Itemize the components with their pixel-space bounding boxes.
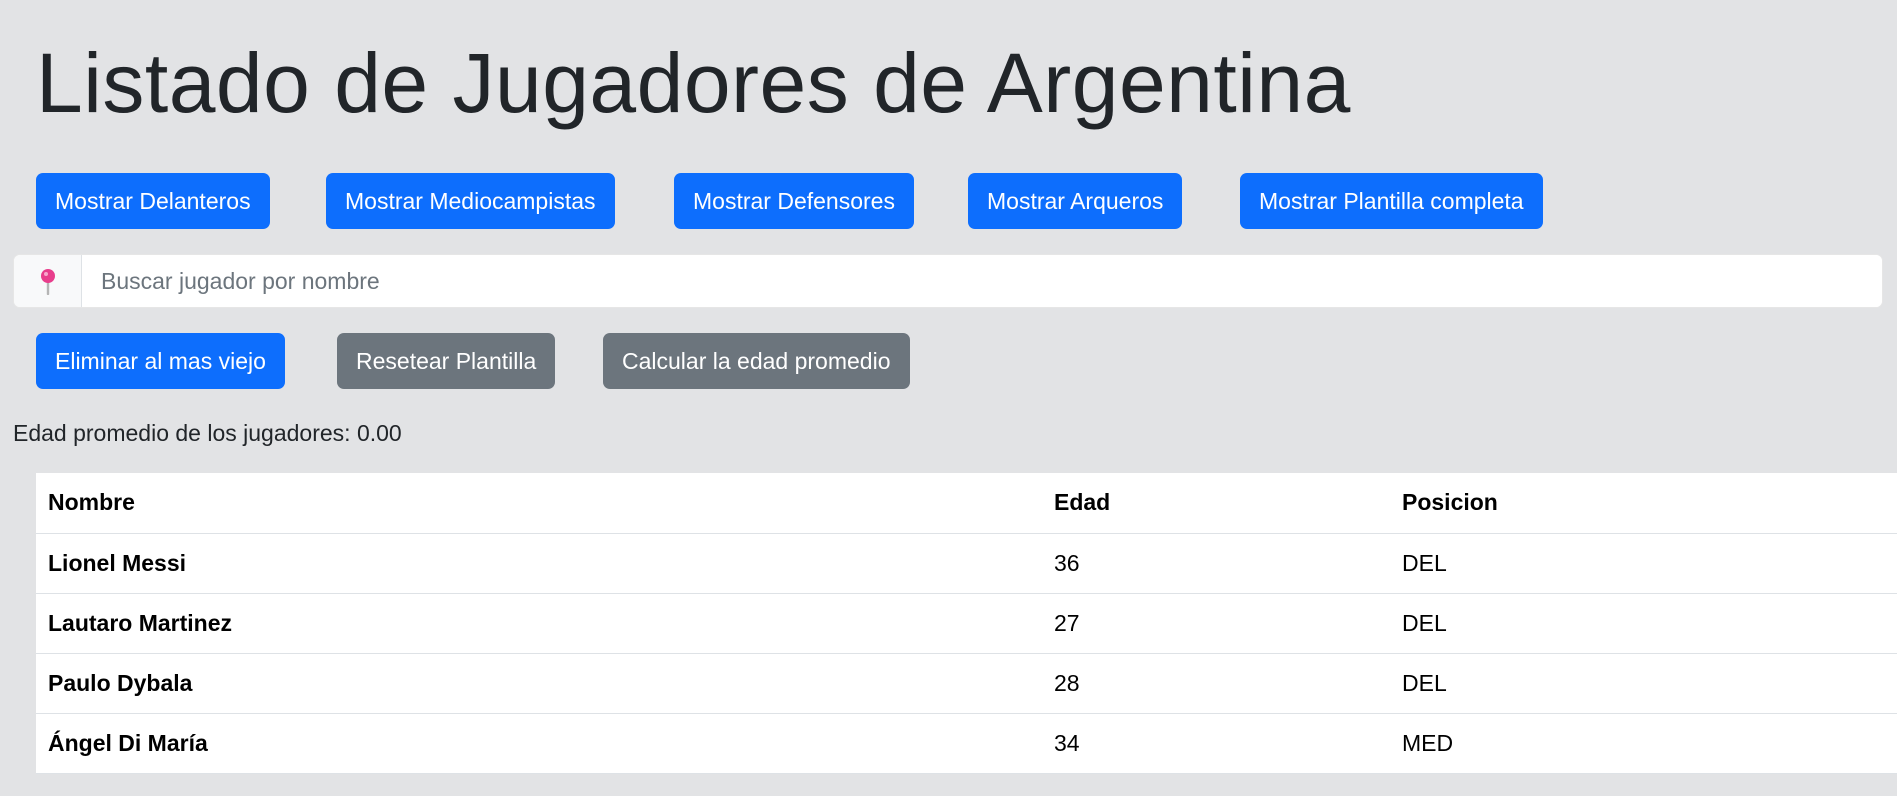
column-header-name: Nombre <box>36 473 1042 534</box>
show-goalkeepers-button[interactable]: Mostrar Arqueros <box>968 173 1183 229</box>
table-header-row: Nombre Edad Posicion <box>36 473 1897 534</box>
table-row: Ángel Di María 34 MED <box>36 713 1897 774</box>
column-header-age: Edad <box>1042 473 1390 534</box>
show-forwards-button[interactable]: Mostrar Delanteros <box>36 173 270 229</box>
table-row: Paulo Dybala 28 DEL <box>36 653 1897 714</box>
search-group <box>13 254 1883 308</box>
page: Listado de Jugadores de Argentina Mostra… <box>0 0 1897 796</box>
player-position: DEL <box>1390 653 1897 714</box>
calculate-average-button[interactable]: Calcular la edad promedio <box>603 333 910 389</box>
show-defenders-button[interactable]: Mostrar Defensores <box>674 173 914 229</box>
table-row: Lautaro Martinez 27 DEL <box>36 593 1897 654</box>
player-name: Ángel Di María <box>36 713 1042 774</box>
pushpin-icon <box>14 255 82 307</box>
remove-oldest-button[interactable]: Eliminar al mas viejo <box>36 333 285 389</box>
player-position: DEL <box>1390 533 1897 594</box>
average-age-text: Edad promedio de los jugadores: 0.00 <box>13 420 402 446</box>
player-name: Paulo Dybala <box>36 653 1042 714</box>
column-header-position: Posicion <box>1390 473 1897 534</box>
player-age: 36 <box>1042 533 1390 594</box>
reset-squad-button[interactable]: Resetear Plantilla <box>337 333 556 389</box>
show-full-squad-button[interactable]: Mostrar Plantilla completa <box>1240 173 1543 229</box>
show-midfielders-button[interactable]: Mostrar Mediocampistas <box>326 173 615 229</box>
player-name: Lautaro Martinez <box>36 593 1042 654</box>
player-name: Lionel Messi <box>36 533 1042 594</box>
player-age: 27 <box>1042 593 1390 654</box>
player-position: MED <box>1390 713 1897 774</box>
player-age: 28 <box>1042 653 1390 714</box>
player-age: 34 <box>1042 713 1390 774</box>
search-input[interactable] <box>82 255 1882 307</box>
players-table: Nombre Edad Posicion Lionel Messi 36 DEL… <box>36 473 1897 774</box>
page-title: Listado de Jugadores de Argentina <box>36 36 1351 130</box>
table-row: Lionel Messi 36 DEL <box>36 533 1897 594</box>
player-position: DEL <box>1390 593 1897 654</box>
